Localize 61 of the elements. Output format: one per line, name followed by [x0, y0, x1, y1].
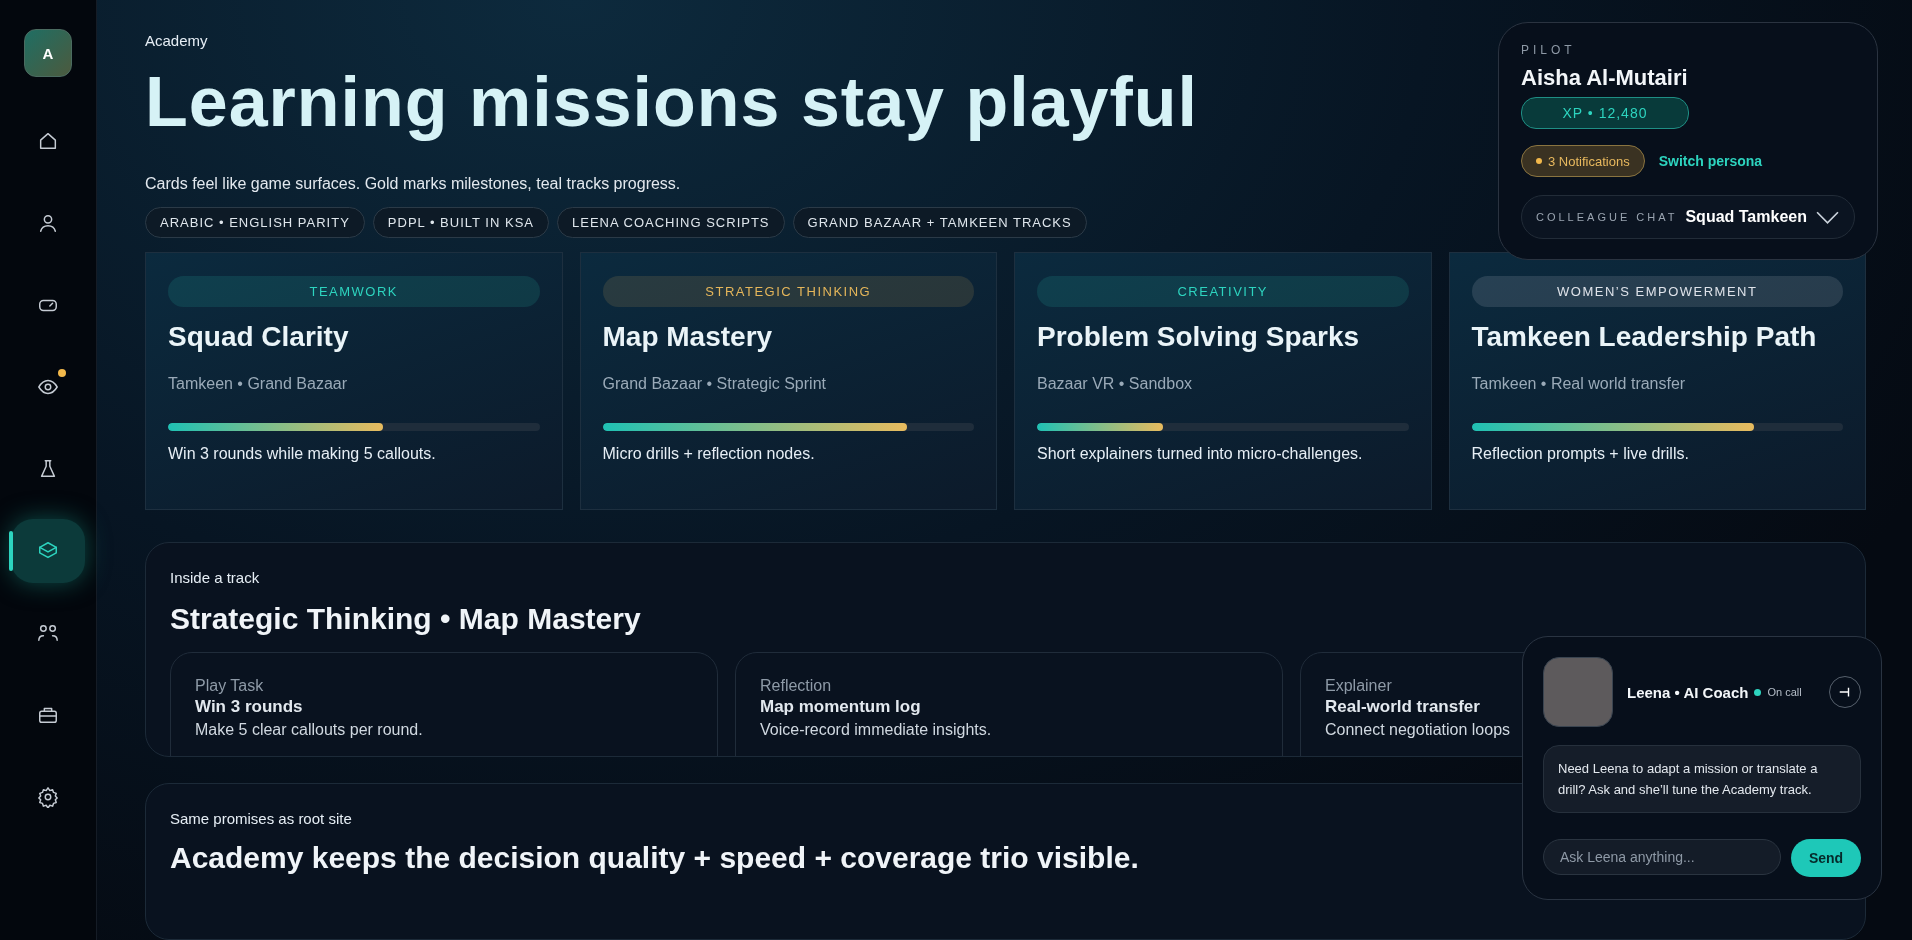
- send-button[interactable]: Send: [1791, 839, 1861, 877]
- page-eyebrow: Academy: [145, 32, 208, 49]
- section-title: Strategic Thinking • Map Mastery: [170, 602, 641, 636]
- skill-tag: TEAMWORK: [168, 276, 540, 307]
- mission-meta: Grand Bazaar • Strategic Sprint: [602, 375, 826, 393]
- step-text: Connect negotiation loops: [1325, 721, 1511, 739]
- chevron-down-icon: [1814, 209, 1840, 225]
- section-title: Academy keeps the decision quality + speed + coverage trio visible.: [170, 840, 1139, 875]
- settings-icon: [37, 786, 59, 808]
- coach-message: Need Leena to adapt a mission or translate a drill? Ask and she’ll tune the Academy track.: [1543, 745, 1861, 813]
- colleague-chat-select[interactable]: COLLEAGUE CHAT Squad Tamkeen: [1521, 195, 1855, 239]
- page-subtitle: Cards feel like game surfaces. Gold marks milestones, teal tracks progress.: [145, 175, 681, 193]
- section-eyebrow: Inside a track: [170, 569, 260, 586]
- mission-note: Reflection prompts + live drills.: [1471, 445, 1689, 463]
- skill-tag: WOMEN’S EMPOWERMENT: [1471, 276, 1843, 307]
- step-label: Reflection: [760, 677, 832, 695]
- step-title: Win 3 rounds: [195, 697, 303, 717]
- skill-tag: CREATIVITY: [1037, 276, 1409, 307]
- mission-card[interactable]: STRATEGIC THINKING Map Mastery Grand Bazaar • Strategic Sprint Micro drills + reflection nodes.: [579, 252, 997, 510]
- mission-title: Problem Solving Sparks: [1037, 321, 1360, 353]
- feature-chip: LEENA COACHING SCRIPTS: [557, 207, 785, 238]
- coach-status: On call: [1767, 686, 1802, 698]
- feature-chip: ARABIC • ENGLISH PARITY: [145, 207, 365, 238]
- mission-title: Squad Clarity: [168, 321, 349, 353]
- mission-meta: Bazaar VR • Sandbox: [1037, 375, 1193, 393]
- pilot-name: Aisha Al-Mutairi: [1521, 65, 1689, 91]
- mission-title: Tamkeen Leadership Path: [1471, 321, 1817, 353]
- mission-note: Win 3 rounds while making 5 callouts.: [168, 445, 436, 463]
- mission-card[interactable]: TEAMWORK Squad Clarity Tamkeen • Grand Bazaar Win 3 rounds while making 5 callouts.: [145, 252, 563, 510]
- notification-dot: [58, 369, 66, 377]
- step-text: Make 5 clear callouts per round.: [195, 721, 423, 739]
- user-icon: [37, 212, 59, 234]
- mission-note: Short explainers turned into micro-challenges.: [1037, 445, 1363, 463]
- xp-badge: XP • 12,480: [1521, 97, 1689, 129]
- mission-title: Map Mastery: [602, 321, 773, 353]
- coach-name: Leena • AI Coach: [1627, 683, 1749, 701]
- step-text: Voice-record immediate insights.: [760, 721, 992, 739]
- mission-note: Micro drills + reflection nodes.: [602, 445, 815, 463]
- mission-card[interactable]: CREATIVITY Problem Solving Sparks Bazaar VR • Sandbox Short explainers turned into micro-challenges.: [1014, 252, 1432, 510]
- step-label: Explainer: [1325, 677, 1392, 695]
- home-icon: [37, 130, 59, 152]
- avatar-placeholder: [1543, 657, 1613, 727]
- mission-meta: Tamkeen • Real world transfer: [1471, 375, 1686, 393]
- mission-card[interactable]: WOMEN’S EMPOWERMENT Tamkeen Leadership Path Tamkeen • Real world transfer Reflection prompts + live drills.: [1448, 252, 1866, 510]
- switch-persona-link[interactable]: Switch persona: [1658, 153, 1763, 169]
- step-label: Play Task: [195, 677, 264, 695]
- sidebar-item[interactable]: [11, 519, 85, 583]
- step-title: Map momentum log: [760, 697, 921, 717]
- notifications-button[interactable]: 3 Notifications: [1521, 145, 1645, 177]
- pilot-label: PILOT: [1521, 43, 1577, 57]
- minimize-icon: [1838, 685, 1852, 699]
- feature-chip: GRAND BAZAAR + TAMKEEN TRACKS: [792, 207, 1087, 238]
- user-avatar[interactable]: A: [24, 29, 72, 77]
- chat-input[interactable]: Ask Leena anything...: [1543, 839, 1781, 875]
- active-indicator: [9, 531, 13, 571]
- feature-chip: PDPL • BUILT IN KSA: [372, 207, 549, 238]
- step-title: Real-world transfer: [1325, 697, 1480, 717]
- section-eyebrow: Same promises as root site: [170, 809, 352, 827]
- mission-meta: Tamkeen • Grand Bazaar: [168, 375, 348, 393]
- skill-tag: STRATEGIC THINKING: [602, 276, 974, 307]
- users-icon: [37, 622, 59, 644]
